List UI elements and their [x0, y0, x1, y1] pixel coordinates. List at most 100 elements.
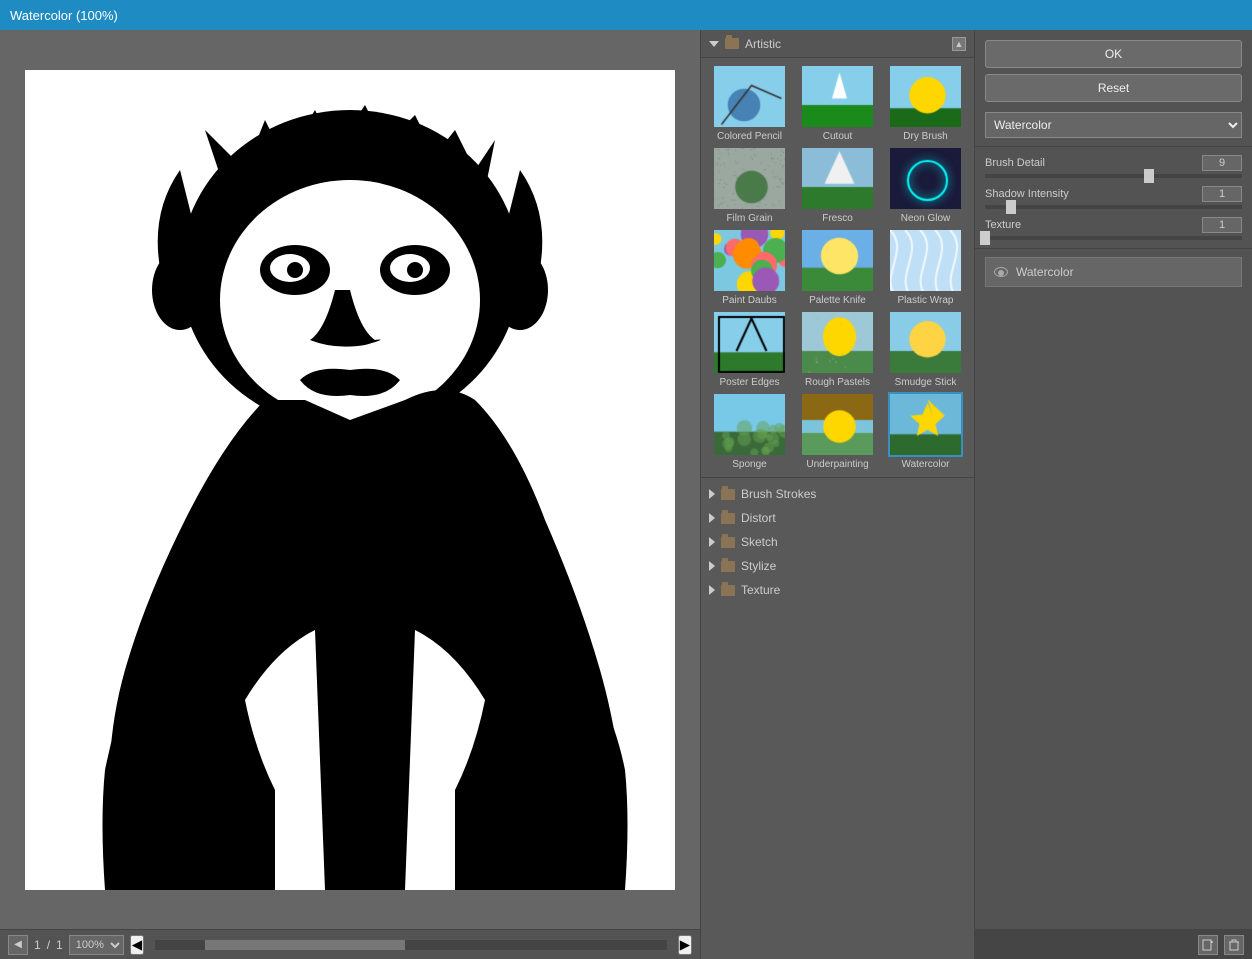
category-label-stylize: Stylize — [741, 559, 776, 573]
category-label-sketch: Sketch — [741, 535, 778, 549]
thumbnail-film-grain[interactable]: Film Grain — [707, 146, 792, 225]
category-item-brush-strokes[interactable]: Brush Strokes — [701, 482, 974, 506]
thumbnail-poster-edges[interactable]: Poster Edges — [707, 310, 792, 389]
folder-icon — [721, 585, 735, 596]
thumbnail-canvas — [714, 230, 787, 293]
thumbnail-neon-glow[interactable]: Neon Glow — [883, 146, 968, 225]
category-item-stylize[interactable]: Stylize — [701, 554, 974, 578]
filter-dropdown[interactable]: WatercolorDry BrushFilm GrainFrescoNeon … — [985, 112, 1242, 138]
main-layout: ◀ 1 / 1 100% 50% 200% ◀ ▶ Artistic ▲ — [0, 30, 1252, 959]
thumbnail-label-dry-brush: Dry Brush — [903, 131, 947, 143]
filter-dropdown-area: WatercolorDry BrushFilm GrainFrescoNeon … — [975, 112, 1252, 146]
scroll-left-button[interactable]: ◀ — [130, 935, 144, 955]
layer-visibility-eye-icon[interactable] — [994, 267, 1008, 277]
thumbnail-label-palette-knife: Palette Knife — [809, 295, 866, 307]
thumbnail-image-palette-knife — [800, 228, 875, 293]
canvas-area: ◀ 1 / 1 100% 50% 200% ◀ ▶ — [0, 30, 700, 959]
thumbnail-sponge[interactable]: Sponge — [707, 392, 792, 471]
lower-right-panel: Watercolor — [975, 248, 1252, 959]
sliders-area: Brush Detail9Shadow Intensity1Texture1 — [975, 147, 1252, 248]
thumbnail-underpainting[interactable]: Underpainting — [795, 392, 880, 471]
slider-top-0: Brush Detail9 — [985, 155, 1242, 171]
new-layer-icon — [1202, 939, 1214, 951]
layer-bottom-bar — [975, 929, 1252, 959]
canvas-toolbar: ◀ 1 / 1 100% 50% 200% ◀ ▶ — [0, 929, 700, 959]
canvas-content — [25, 70, 675, 890]
expand-arrow-icon — [709, 489, 715, 499]
zoom-select[interactable]: 100% 50% 200% — [69, 935, 124, 955]
thumbnail-dry-brush[interactable]: Dry Brush — [883, 64, 968, 143]
thumbnail-canvas — [802, 394, 875, 457]
thumbnail-image-rough-pastels — [800, 310, 875, 375]
effect-layer-area: Watercolor — [975, 249, 1252, 929]
thumbnail-fresco[interactable]: Fresco — [795, 146, 880, 225]
folder-icon — [721, 537, 735, 548]
delete-effect-layer-button[interactable] — [1224, 935, 1244, 955]
thumbnail-palette-knife[interactable]: Palette Knife — [795, 228, 880, 307]
thumbnail-label-sponge: Sponge — [732, 459, 766, 471]
thumbnail-image-neon-glow — [888, 146, 963, 211]
thumbnail-label-poster-edges: Poster Edges — [719, 377, 779, 389]
filter-panel: Artistic ▲ Colored PencilCutout Dry Brush… — [700, 30, 975, 959]
page-total-display: / — [47, 938, 50, 952]
reset-button[interactable]: Reset — [985, 74, 1242, 102]
page-total-count: 1 — [56, 938, 63, 952]
folder-icon — [725, 38, 739, 49]
thumbnail-label-rough-pastels: Rough Pastels — [805, 377, 870, 389]
expand-arrow-icon — [709, 537, 715, 547]
category-item-sketch[interactable]: Sketch — [701, 530, 974, 554]
thumbnail-image-underpainting — [800, 392, 875, 457]
slider-label-2: Texture — [985, 219, 1021, 231]
thumbnail-image-film-grain — [712, 146, 787, 211]
thumbnail-image-watercolor-thumb — [888, 392, 963, 457]
thumbnail-paint-daubs[interactable]: Paint Daubs — [707, 228, 792, 307]
slider-value-1[interactable]: 1 — [1202, 186, 1242, 202]
thumbnail-image-dry-brush — [888, 64, 963, 129]
delete-layer-icon — [1228, 939, 1240, 951]
slider-thumb-2[interactable] — [980, 231, 990, 245]
folder-icon — [721, 489, 735, 500]
scrollbar-thumb[interactable] — [205, 940, 405, 950]
folder-icon — [721, 513, 735, 524]
thumbnail-canvas — [890, 394, 963, 457]
thumbnail-cutout[interactable]: Cutout — [795, 64, 880, 143]
thumbnail-label-neon-glow: Neon Glow — [901, 213, 950, 225]
thumbnail-colored-pencil[interactable]: Colored Pencil — [707, 64, 792, 143]
collapse-arrow-icon — [709, 41, 719, 47]
thumbnail-canvas — [714, 66, 787, 129]
thumbnail-canvas — [890, 148, 963, 211]
thumbnail-smudge-stick[interactable]: Smudge Stick — [883, 310, 968, 389]
thumbnail-image-fresco — [800, 146, 875, 211]
thumbnail-canvas — [714, 312, 787, 375]
category-item-texture[interactable]: Texture — [701, 578, 974, 602]
slider-track-1[interactable] — [985, 205, 1242, 209]
thumbnail-rough-pastels[interactable]: Rough Pastels — [795, 310, 880, 389]
slider-value-0[interactable]: 9 — [1202, 155, 1242, 171]
new-effect-layer-button[interactable] — [1198, 935, 1218, 955]
collapse-panel-button[interactable]: ▲ — [952, 37, 966, 51]
thumbnail-image-cutout — [800, 64, 875, 129]
thumbnail-canvas — [802, 148, 875, 211]
effect-layer-item[interactable]: Watercolor — [985, 257, 1242, 287]
slider-thumb-1[interactable] — [1006, 200, 1016, 214]
settings-panel: OK Reset WatercolorDry BrushFilm GrainFr… — [975, 30, 1252, 959]
slider-value-2[interactable]: 1 — [1202, 217, 1242, 233]
scroll-right-button[interactable]: ▶ — [678, 935, 692, 955]
slider-track-0[interactable] — [985, 174, 1242, 178]
thumbnail-canvas — [714, 394, 787, 457]
thumbnail-plastic-wrap[interactable]: Plastic Wrap — [883, 228, 968, 307]
slider-track-2[interactable] — [985, 236, 1242, 240]
ok-button[interactable]: OK — [985, 40, 1242, 68]
thumbnails-grid: Colored PencilCutout Dry Brush Film GrainF… — [701, 58, 974, 477]
category-item-distort[interactable]: Distort — [701, 506, 974, 530]
thumbnail-watercolor-thumb[interactable]: Watercolor — [883, 392, 968, 471]
artistic-category-label: Artistic — [745, 37, 781, 51]
thumbnail-label-underpainting: Underpainting — [806, 459, 868, 471]
scrollbar-track[interactable] — [154, 939, 668, 951]
category-label-texture: Texture — [741, 583, 780, 597]
artistic-header[interactable]: Artistic ▲ — [701, 30, 974, 58]
nav-page-prev-button[interactable]: ◀ — [8, 935, 28, 955]
thumbnail-image-paint-daubs — [712, 228, 787, 293]
slider-thumb-0[interactable] — [1144, 169, 1154, 183]
category-label-distort: Distort — [741, 511, 776, 525]
